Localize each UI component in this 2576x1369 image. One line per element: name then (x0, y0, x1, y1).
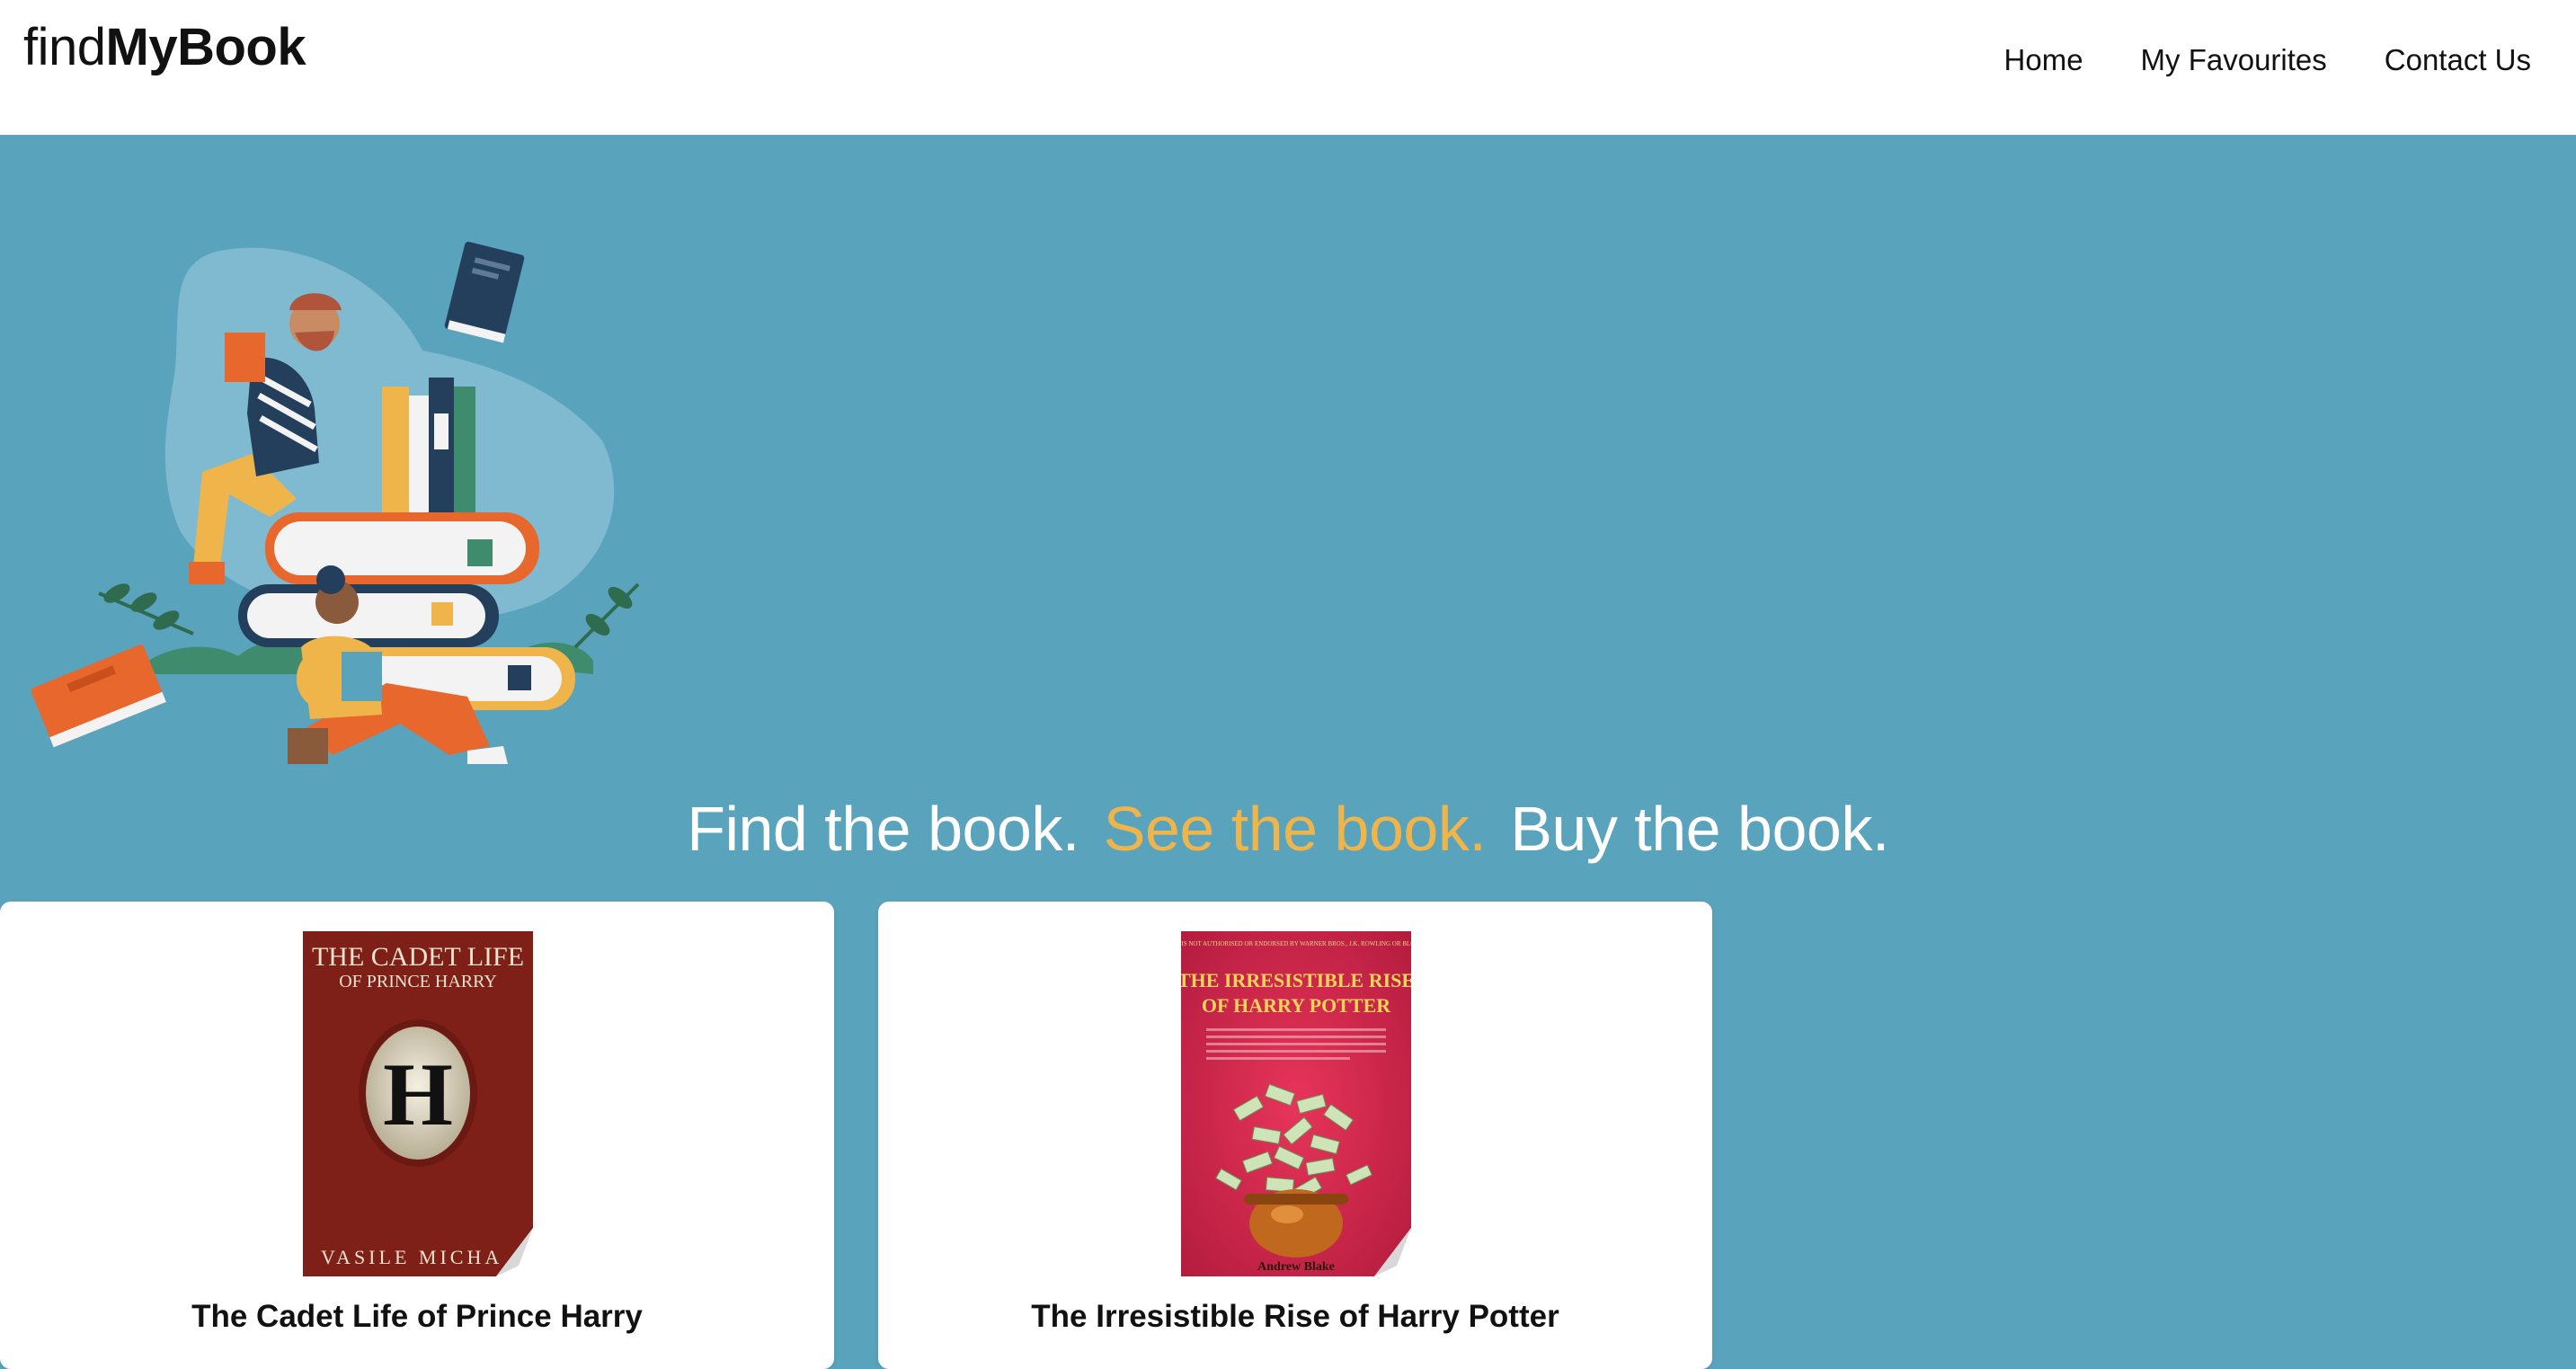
reading-people-illustration (31, 241, 640, 764)
hero-section: Find the book. See the book. Buy the boo… (0, 135, 2576, 899)
site-header: findMyBook Home My Favourites Contact Us (0, 0, 2576, 135)
nav-favourites-link[interactable]: My Favourites (2141, 43, 2327, 77)
book-title[interactable]: The Irresistible Rise of Harry Potter (878, 1299, 1712, 1335)
book-card[interactable]: THE CADET LIFE OF PRINCE HARRY H VASILE … (0, 902, 834, 1369)
cover-top-text: THIS BOOK IS NOT AUTHORISED OR ENDORSED … (1181, 940, 1411, 947)
nav-home-link[interactable]: Home (2004, 43, 2083, 77)
cover-letter: H (383, 1045, 453, 1144)
cover-title-line1: THE CADET LIFE (312, 942, 524, 972)
cover-author: Andrew Blake (1257, 1260, 1335, 1274)
book-title[interactable]: The Cadet Life of Prince Harry (0, 1299, 834, 1335)
book-cover-image[interactable]: THE CADET LIFE OF PRINCE HARRY H VASILE … (303, 931, 533, 1276)
cover-title-line1: THE IRRESISTIBLE RISE (1181, 969, 1411, 991)
nav-contact-link[interactable]: Contact Us (2385, 43, 2531, 77)
cover-title-line2: OF HARRY POTTER (1202, 994, 1391, 1017)
tagline-buy: Buy the book. (1510, 794, 1889, 864)
tagline-find: Find the book. (687, 794, 1079, 864)
tagline-see: See the book. (1103, 794, 1487, 864)
book-cover-image[interactable]: THIS BOOK IS NOT AUTHORISED OR ENDORSED … (1181, 931, 1411, 1276)
book-card[interactable]: THIS BOOK IS NOT AUTHORISED OR ENDORSED … (878, 902, 1712, 1369)
hero-tagline: Find the book. See the book. Buy the boo… (0, 793, 2576, 865)
main-nav: Home My Favourites Contact Us (2004, 43, 2531, 77)
logo-text-bold: MyBook (105, 18, 306, 76)
logo-text-light: find (23, 18, 106, 76)
cover-author: VASILE MICHA (321, 1246, 502, 1268)
site-logo[interactable]: findMyBook (23, 16, 306, 79)
cover-title-line2: OF PRINCE HARRY (339, 972, 497, 991)
